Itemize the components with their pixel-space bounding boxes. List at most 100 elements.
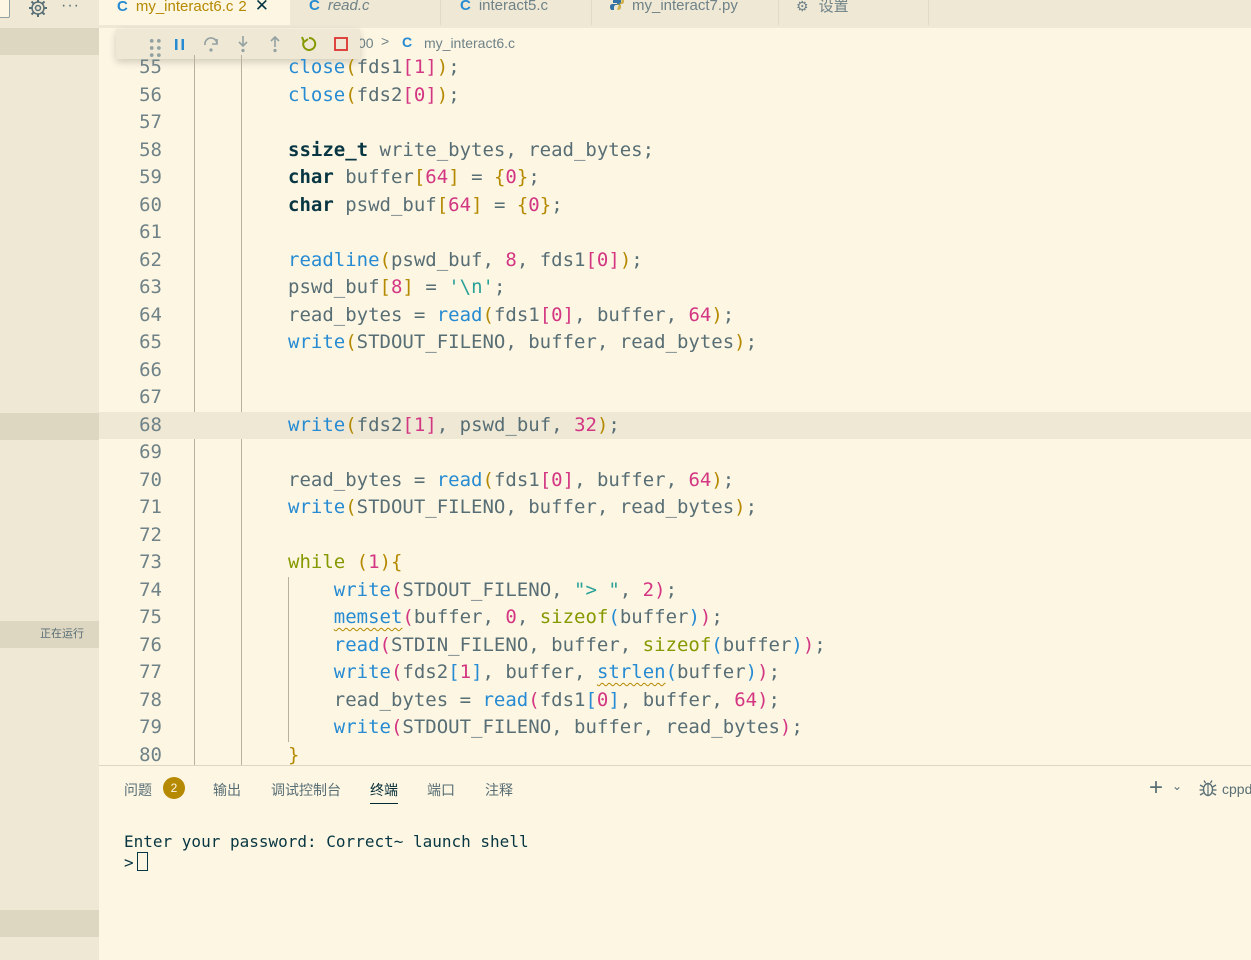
line-number: 57 [139, 111, 162, 133]
code-line: 56 close(fds2[0]); [99, 82, 1251, 110]
code-line: 62 readline(pswd_buf, 8, fds1[0]); [99, 247, 1251, 275]
line-number: 72 [139, 523, 162, 546]
code-text: memset(buffer, 0, sizeof(buffer)); [333, 606, 723, 628]
chevron-down-icon[interactable]: ⌄ [1172, 779, 1182, 793]
bottom-panel: 问题 2 输出 调试控制台 终端 端口 注释 + ⌄ cppdbg Enter … [99, 765, 1251, 960]
pause-icon[interactable] [170, 34, 190, 54]
activity-sidebar: ··· 正在运行 [0, 0, 99, 960]
code-line-current: 68 write(fds2[1], pswd_buf, 32); [99, 411, 1251, 439]
step-into-icon[interactable] [233, 34, 253, 54]
new-terminal-plus-icon[interactable]: + [1149, 774, 1163, 802]
line-number: 61 [139, 221, 162, 243]
more-icon[interactable]: ··· [61, 0, 80, 15]
line-number: 56 [139, 83, 162, 106]
code-text: write(fds2[1], buffer, strlen(buffer)); [333, 661, 781, 683]
tab-label: my_interact7.py [632, 0, 738, 14]
stop-icon[interactable] [331, 34, 351, 54]
code-line: 67 [99, 384, 1251, 412]
line-number: 70 [139, 468, 162, 491]
line-number: 64 [139, 303, 162, 326]
tab-interact5[interactable]: Cinteract5.c [441, 0, 592, 25]
code-line: 70 read_bytes = read(fds1[0], buffer, 64)… [99, 467, 1251, 495]
code-line: 63 pswd_buf[8] = '\n'; [99, 274, 1251, 302]
line-number: 65 [139, 331, 162, 353]
step-over-icon[interactable] [201, 34, 221, 54]
code-text: read(STDIN_FILENO, buffer, sizeof(buffer… [333, 633, 826, 656]
code-line: 59 char buffer[64] = {0}; [99, 164, 1251, 192]
code-text: char pswd_buf[64] = {0}; [288, 193, 563, 216]
line-number: 71 [139, 496, 162, 518]
code-text: read_bytes = read(fds1[0], buffer, 64); [288, 303, 735, 326]
code-text: close(fds1[1]); [288, 56, 460, 78]
tab-label: read.c [327, 0, 370, 14]
tab-label: 设置 [818, 0, 849, 15]
sidebar-row[interactable] [0, 910, 99, 937]
chevron-right-icon: > [381, 33, 390, 49]
code-line: 72 [99, 522, 1251, 550]
python-icon [610, 0, 624, 10]
code-line: 57 [99, 109, 1251, 137]
sidebar-toolbar: ··· [0, 0, 99, 28]
close-icon[interactable]: ✕ [255, 0, 269, 15]
code-text: while (1){ [288, 551, 403, 573]
code-text: } [288, 743, 300, 766]
code-line: 60 char pswd_buf[64] = {0}; [99, 192, 1251, 220]
line-number: 79 [139, 716, 162, 738]
tab-settings[interactable]: ⚙ 设置 [779, 0, 929, 25]
line-number: 66 [139, 358, 162, 381]
code-text: read_bytes = read(fds1[0], buffer, 64); [288, 468, 735, 491]
restart-icon[interactable] [299, 34, 319, 54]
code-line: 58 ssize_t write_bytes, read_bytes; [99, 137, 1251, 165]
code-text: read_bytes = read(fds1[0], buffer, 64); [288, 688, 780, 711]
code-editor[interactable]: 55 close(fds1[1]); 56 close(fds2[0]); 57 5… [99, 55, 1251, 765]
line-number: 62 [139, 248, 162, 271]
c-file-icon: C [309, 0, 320, 14]
c-file-icon: C [460, 0, 471, 14]
tab-debug-console[interactable]: 调试控制台 [271, 780, 341, 800]
breadcrumb-fragment[interactable]: 00 [358, 35, 374, 51]
checkbox[interactable] [0, 0, 10, 18]
code-text: pswd_buf[8] = '\n'; [288, 276, 506, 298]
code-line: 75 memset(buffer, 0, sizeof(buffer)); [99, 604, 1251, 632]
code-line: 79 write(STDOUT_FILENO, buffer, read_byt… [99, 714, 1251, 742]
tab-my-interact7[interactable]: my_interact7.py [592, 0, 779, 25]
code-line: 66 [99, 357, 1251, 385]
sidebar-row-highlight[interactable] [0, 413, 99, 440]
code-line: 77 write(fds2[1], buffer, strlen(buffer)… [99, 659, 1251, 687]
code-line: 76 read(STDIN_FILENO, buffer, sizeof(buf… [99, 632, 1251, 660]
line-number: 60 [139, 193, 162, 216]
line-number: 74 [139, 578, 162, 601]
breadcrumb-file[interactable]: my_interact6.c [424, 35, 515, 51]
terminal-output[interactable]: Enter your password: Correct~ launch she… [124, 832, 529, 873]
code-line: 64 read_bytes = read(fds1[0], buffer, 64)… [99, 302, 1251, 330]
line-number: 69 [139, 441, 162, 463]
line-number: 73 [139, 551, 162, 573]
tab-my-interact6[interactable]: Cmy_interact6.c 2 ✕ [99, 0, 290, 25]
c-file-icon: C [117, 0, 128, 15]
line-number: 67 [139, 386, 162, 408]
code-line: 80} [99, 742, 1251, 766]
code-text: write(STDOUT_FILENO, buffer, read_bytes)… [288, 496, 758, 518]
sidebar-row[interactable] [0, 28, 99, 55]
terminal-name[interactable]: cppdbg [1222, 781, 1251, 797]
terminal-cursor [136, 852, 148, 871]
bug-icon[interactable] [1198, 778, 1218, 798]
tab-problem-count: 2 [238, 0, 247, 15]
gear-icon[interactable] [28, 0, 48, 18]
line-number: 68 [139, 413, 162, 436]
code-text: char buffer[64] = {0}; [288, 166, 540, 188]
tab-ports[interactable]: 端口 [427, 780, 455, 800]
code-line: 74 write(STDOUT_FILENO, "> ", 2); [99, 577, 1251, 605]
tab-comments[interactable]: 注释 [485, 780, 513, 800]
line-number: 58 [139, 138, 162, 161]
tab-output[interactable]: 输出 [213, 780, 241, 800]
sidebar-status-running: 正在运行 [0, 621, 99, 648]
c-file-icon: C [402, 34, 413, 50]
line-number: 63 [139, 276, 162, 298]
tab-read[interactable]: Cread.c [290, 0, 441, 25]
step-out-icon[interactable] [265, 34, 285, 54]
line-number: 76 [139, 633, 162, 656]
tab-problems[interactable]: 问题 [124, 780, 152, 800]
tab-terminal[interactable]: 终端 [370, 780, 398, 804]
code-text: write(STDOUT_FILENO, "> ", 2); [333, 578, 678, 601]
